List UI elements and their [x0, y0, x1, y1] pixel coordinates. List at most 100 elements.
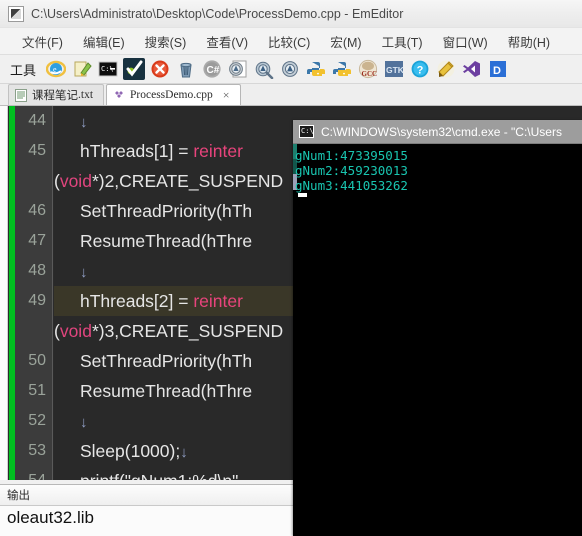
- code-line: ↓: [54, 106, 88, 136]
- code-line-wrapped: (void*)3,CREATE_SUSPEND: [54, 316, 283, 346]
- line-number: 53: [28, 442, 46, 459]
- output-panel-title: 输出: [7, 488, 30, 502]
- cpp-file-icon: [113, 89, 125, 102]
- menu-tools[interactable]: 工具(T): [382, 32, 423, 51]
- code-text: Sleep(1000);: [80, 441, 181, 461]
- line-number: 45: [28, 142, 46, 159]
- svg-text:e: e: [53, 65, 57, 74]
- code-keyword: reinter: [193, 291, 243, 311]
- output-panel-header: 输出: [0, 485, 293, 506]
- menu-edit[interactable]: 编辑(E): [83, 32, 125, 51]
- circle-app-icon[interactable]: [279, 58, 301, 80]
- code-line: ↓: [54, 406, 88, 436]
- code-text: SetThreadPriority(hTh: [80, 351, 253, 371]
- menu-compare[interactable]: 比较(C): [268, 32, 310, 51]
- code-keyword: void: [59, 171, 92, 191]
- tab-bar: 课程笔记 .txt ProcessDemo.cpp ×: [0, 84, 582, 106]
- cmd-console-window[interactable]: C:\ C:\WINDOWS\system32\cmd.exe - "C:\Us…: [293, 120, 582, 536]
- cmd-icon: C:\: [299, 125, 314, 138]
- line-number: 44: [28, 112, 46, 129]
- code-line: SetThreadPriority(hTh: [54, 196, 252, 226]
- recycle-bin-icon[interactable]: [175, 58, 197, 80]
- code-text: hThreads[1] =: [80, 141, 194, 161]
- command-prompt-icon[interactable]: C:\: [97, 58, 119, 80]
- console-line: gNum3:441053262: [295, 178, 408, 193]
- document-app-icon[interactable]: [227, 58, 249, 80]
- line-number: 49: [28, 292, 46, 309]
- close-icon[interactable]: ×: [223, 89, 230, 101]
- eol-arrow: ↓: [80, 414, 88, 431]
- title-bar: C:\Users\Administrato\Desktop\Code\Proce…: [0, 0, 582, 28]
- line-number: 54: [28, 466, 46, 480]
- line-number: 51: [28, 382, 46, 399]
- tab-label-ext: ProcessDemo.cpp: [130, 89, 213, 101]
- menu-search[interactable]: 搜索(S): [145, 32, 187, 51]
- code-text: SetThreadPriority(hTh: [80, 201, 253, 221]
- console-title-bar: C:\ C:\WINDOWS\system32\cmd.exe - "C:\Us…: [293, 120, 582, 144]
- tool-bar: 工具 e C:\ C# GCC GTK ? D: [0, 55, 582, 84]
- code-line: SetThreadPriority(hTh: [54, 346, 252, 376]
- code-keyword: void: [59, 321, 92, 341]
- code-text: hThreads[2] =: [80, 291, 194, 311]
- blue-globe-icon[interactable]: [253, 58, 275, 80]
- line-number: 50: [28, 352, 46, 369]
- notepad-pencil-icon[interactable]: [71, 58, 93, 80]
- menu-file[interactable]: 文件(F): [22, 32, 63, 51]
- python-icon-2[interactable]: [331, 58, 353, 80]
- svg-text:GCC: GCC: [362, 70, 378, 78]
- tab-label-cn: 课程笔记: [32, 88, 78, 102]
- svg-text:GTK: GTK: [386, 65, 404, 75]
- csharp-icon[interactable]: C#: [201, 58, 223, 80]
- menu-window[interactable]: 窗口(W): [443, 32, 488, 51]
- help-question-icon[interactable]: ?: [409, 58, 431, 80]
- tab-processdemo-cpp[interactable]: ProcessDemo.cpp ×: [106, 84, 241, 105]
- line-number-gutter: 44 45 46 47 48 49 50 51 52 53 54: [15, 106, 53, 480]
- svg-text:C#: C#: [207, 65, 220, 76]
- eol-arrow: ↓: [180, 444, 188, 461]
- code-line: ResumeThread(hThre: [54, 376, 252, 406]
- output-line: oleaut32.lib: [7, 508, 94, 527]
- console-line: gNum2:459230013: [295, 163, 408, 178]
- tab-label-ext: .txt: [78, 89, 94, 101]
- line-number: 52: [28, 412, 46, 429]
- python-icon-1[interactable]: [305, 58, 327, 80]
- close-error-icon[interactable]: [149, 58, 171, 80]
- pencil-ruler-icon[interactable]: [435, 58, 457, 80]
- output-panel-body[interactable]: oleaut32.lib: [0, 506, 293, 528]
- emeditor-window: C:\Users\Administrato\Desktop\Code\Proce…: [0, 0, 582, 536]
- visual-studio-icon[interactable]: [461, 58, 483, 80]
- console-cursor: [298, 193, 307, 197]
- line-number: 48: [28, 262, 46, 279]
- svg-text:D: D: [493, 65, 501, 77]
- code-line: Sleep(1000);↓: [54, 436, 188, 466]
- blue-b-icon[interactable]: D: [487, 58, 509, 80]
- line-number: 47: [28, 232, 46, 249]
- code-line: ↓: [54, 256, 88, 286]
- console-output[interactable]: gNum1:473395015 gNum2:459230013 gNum3:44…: [293, 144, 582, 197]
- eol-arrow: ↓: [80, 264, 88, 281]
- menu-macro[interactable]: 宏(M): [330, 32, 361, 51]
- code-line-wrapped: (void*)2,CREATE_SUSPEND: [54, 166, 283, 196]
- window-title: C:\Users\Administrato\Desktop\Code\Proce…: [31, 6, 404, 21]
- internet-explorer-icon[interactable]: e: [45, 58, 67, 80]
- output-panel: 输出 oleaut32.lib: [0, 484, 293, 536]
- menu-view[interactable]: 查看(V): [206, 32, 248, 51]
- code-text: *)3,CREATE_SUSPEND: [91, 321, 284, 341]
- code-keyword: reinter: [193, 141, 243, 161]
- console-line: gNum1:473395015: [295, 148, 408, 163]
- code-text: ResumeThread(hThre: [80, 231, 253, 251]
- text-file-icon: [15, 88, 27, 102]
- code-text: *)2,CREATE_SUSPEND: [91, 171, 284, 191]
- code-text: printf("gNum1:%d\n",: [80, 471, 243, 480]
- menu-help[interactable]: 帮助(H): [508, 32, 550, 51]
- gtk-icon[interactable]: GTK: [383, 58, 405, 80]
- console-title-text: C:\WINDOWS\system32\cmd.exe - "C:\Users: [321, 124, 562, 139]
- toolbar-label: 工具: [10, 62, 37, 78]
- checkmark-icon[interactable]: [123, 58, 146, 80]
- gcc-icon[interactable]: GCC: [357, 58, 379, 80]
- eol-arrow: ↓: [80, 114, 88, 131]
- tab-course-notes[interactable]: 课程笔记 .txt: [8, 84, 105, 105]
- emeditor-icon: [8, 5, 24, 22]
- code-line: ResumeThread(hThre: [54, 226, 252, 256]
- line-number: 46: [28, 202, 46, 219]
